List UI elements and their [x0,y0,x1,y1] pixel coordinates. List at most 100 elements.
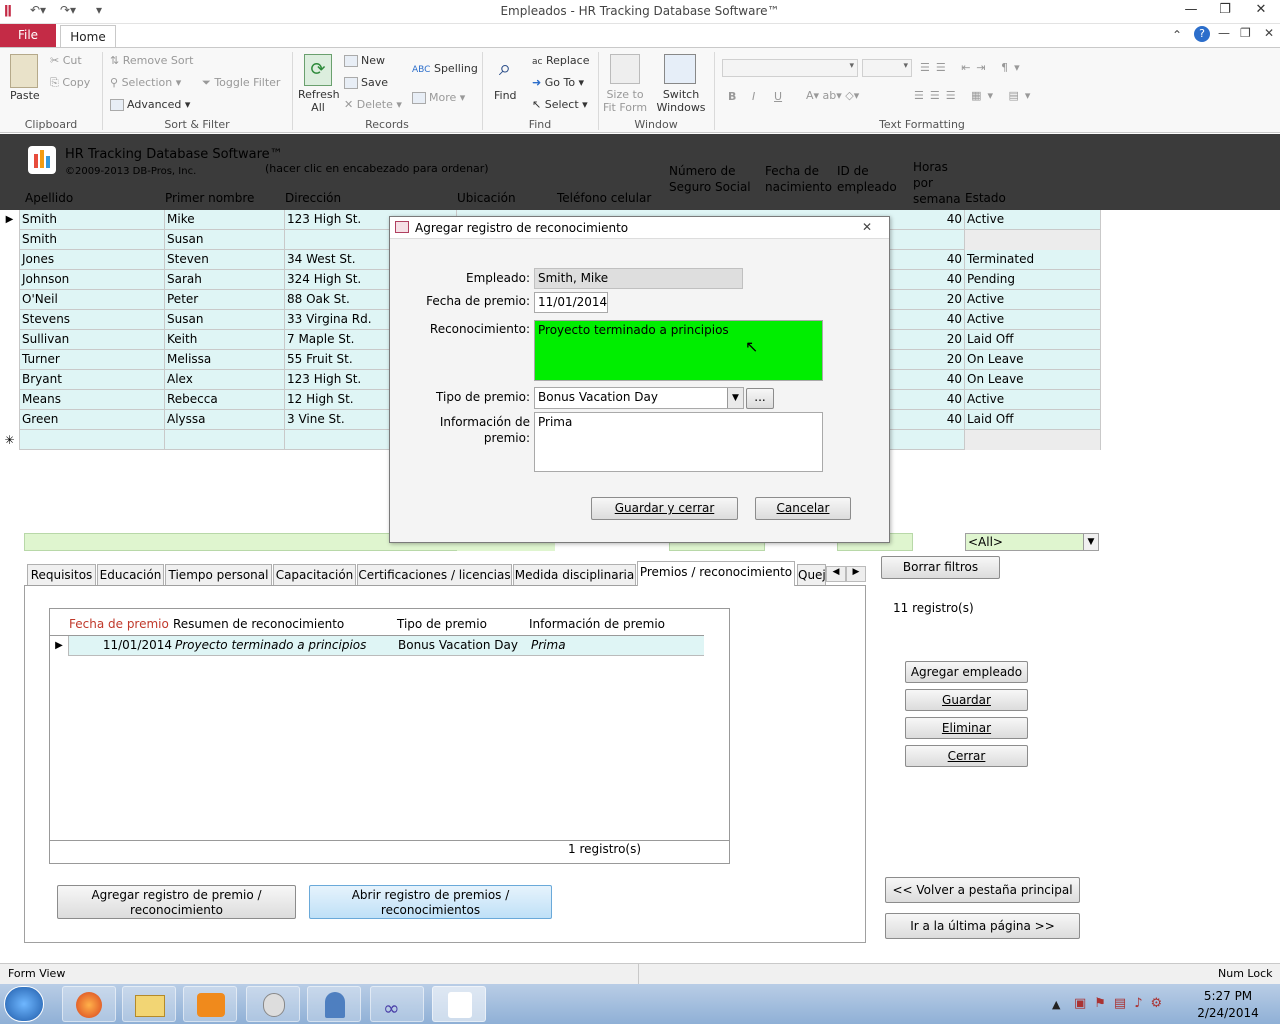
cell-horas[interactable]: 40 [913,390,965,410]
replace-button[interactable]: Replace [546,54,590,67]
subform-cell-resumen[interactable]: Proyecto terminado a principios [175,638,366,652]
select-button[interactable]: Select [545,98,579,111]
cell-nombre[interactable]: Susan [165,310,285,330]
cell-apellido[interactable]: Stevens [20,310,165,330]
subform-cell-info[interactable]: Prima [531,638,566,652]
add-employee-button[interactable]: Agregar empleado [905,661,1028,683]
restore-icon[interactable]: ❐ [1210,2,1240,22]
cell-horas[interactable]: 40 [913,210,965,230]
tab-file[interactable]: File [0,24,56,47]
column-header-horas[interactable]: Horas por semana [913,159,961,207]
column-header-telefono[interactable]: Teléfono celular [557,191,651,205]
cell-nombre[interactable]: Melissa [165,350,285,370]
save-ribbon-button[interactable]: Save [361,76,388,89]
cell-apellido[interactable]: Sullivan [20,330,165,350]
selection-button[interactable]: Selection [122,76,173,89]
cell-apellido[interactable]: Smith [20,210,165,230]
tab-home[interactable]: Home [60,25,116,48]
cell-nombre[interactable]: Susan [165,230,285,250]
file-explorer-icon[interactable] [122,986,176,1022]
column-header-direccion[interactable]: Dirección [285,191,341,205]
paste-icon[interactable] [10,54,38,88]
cell-estado[interactable]: Active [965,310,1101,330]
column-header-ubicacion[interactable]: Ubicación [457,191,516,205]
cell-nombre[interactable]: Mike [165,210,285,230]
cell-apellido[interactable]: O'Neil [20,290,165,310]
row-selector[interactable] [0,390,20,410]
hr-tracking-taskbar-icon[interactable] [432,986,486,1022]
row-selector[interactable] [0,330,20,350]
cell-horas[interactable]: 40 [913,370,965,390]
cell-estado[interactable]: Active [965,390,1101,410]
tab-scroll-left-icon[interactable]: ◀ [826,566,846,582]
save-button[interactable]: Guardar [905,689,1028,711]
row-selector[interactable] [0,410,20,430]
help-icon[interactable]: ? [1194,26,1210,42]
more-button[interactable]: More [429,91,456,104]
spelling-button[interactable]: Spelling [434,62,478,75]
cell-estado[interactable]: On Leave [965,350,1101,370]
tipo-dropdown[interactable]: Bonus Vacation Day ▼ [534,387,744,409]
start-button-icon[interactable] [4,986,44,1022]
infinity-app-icon[interactable]: ∞ [370,986,424,1022]
tipo-more-button[interactable]: ... [746,388,774,409]
tab-3[interactable]: Capacitación [273,564,356,586]
subform-header-tipo[interactable]: Tipo de premio [397,617,487,631]
cell-horas[interactable]: 20 [913,290,965,310]
save-close-button[interactable]: Guardar y cerrar [591,497,738,520]
copy-button[interactable]: Copy [62,76,90,89]
cell-apellido[interactable]: Jones [20,250,165,270]
assistant-icon[interactable] [246,986,300,1022]
tab-2[interactable]: Tiempo personal [165,564,272,586]
cell-horas[interactable] [913,230,965,250]
doc-restore-icon[interactable]: ❐ [1240,26,1251,40]
chevron-down-icon[interactable]: ▼ [1083,534,1098,550]
remove-sort-button[interactable]: Remove Sort [123,54,194,67]
tab-0[interactable]: Requisitos [27,564,96,586]
filter-estado-dropdown[interactable]: <All> ▼ [965,533,1099,551]
dialog-close-icon[interactable]: ✕ [862,220,872,234]
new-button[interactable]: New [361,54,385,67]
goto-button[interactable]: Go To [545,76,575,89]
doc-close-icon[interactable]: ✕ [1264,26,1274,40]
cell-estado[interactable]: Active [965,210,1101,230]
cell-horas[interactable]: 20 [913,330,965,350]
toggle-filter-button[interactable]: Toggle Filter [214,76,280,89]
cell-estado[interactable]: Pending [965,270,1101,290]
table-row[interactable]: ▶ 11/01/2014 Proyecto terminado a princi… [50,635,704,656]
cell-apellido[interactable]: Johnson [20,270,165,290]
cell-horas[interactable]: 40 [913,250,965,270]
cell-estado[interactable]: Active [965,290,1101,310]
row-selector-icon[interactable]: ▶ [50,636,69,656]
column-header-fecha-nacimiento[interactable]: Fecha de nacimiento [765,163,835,195]
fecha-field[interactable]: 11/01/2014 [534,292,608,313]
row-selector[interactable] [0,310,20,330]
clear-filters-button[interactable]: Borrar filtros [881,556,1000,579]
firefox-icon[interactable] [62,986,116,1022]
collapse-ribbon-icon[interactable]: ⌃ [1172,28,1182,42]
cancel-button[interactable]: Cancelar [755,497,851,520]
clock-time[interactable]: 5:27 PM [1190,989,1266,1003]
delete-ribbon-button[interactable]: Delete [357,98,393,111]
doc-minimize-icon[interactable]: — [1218,26,1230,40]
info-field[interactable]: Prima [534,412,823,472]
add-award-button[interactable]: Agregar registro de premio / reconocimie… [57,885,296,919]
row-selector[interactable] [0,230,20,250]
tray-icons[interactable]: ▣⚑▤♪⚙ [1074,996,1170,1011]
paste-button[interactable]: Paste [10,89,40,102]
back-to-main-tab-button[interactable]: << Volver a pestaña principal [885,877,1080,903]
subform-header-resumen[interactable]: Resumen de reconocimiento [173,617,344,631]
column-header-id-empleado[interactable]: ID de empleado [837,163,907,195]
refresh-icon[interactable]: ⟳ [304,54,332,86]
cell-estado[interactable]: On Leave [965,370,1101,390]
column-header-primer-nombre[interactable]: Primer nombre [165,191,254,205]
cell-horas[interactable]: 40 [913,410,965,430]
switch-windows-icon[interactable] [664,54,696,84]
show-hidden-icons[interactable]: ▲ [1052,998,1060,1011]
row-selector[interactable] [0,270,20,290]
row-selector[interactable] [0,350,20,370]
cell-apellido[interactable]: Bryant [20,370,165,390]
tab-6[interactable]: Premios / reconocimiento [637,561,795,586]
tab-4[interactable]: Certificaciones / licencias [357,564,512,586]
media-player-icon[interactable] [183,986,237,1022]
